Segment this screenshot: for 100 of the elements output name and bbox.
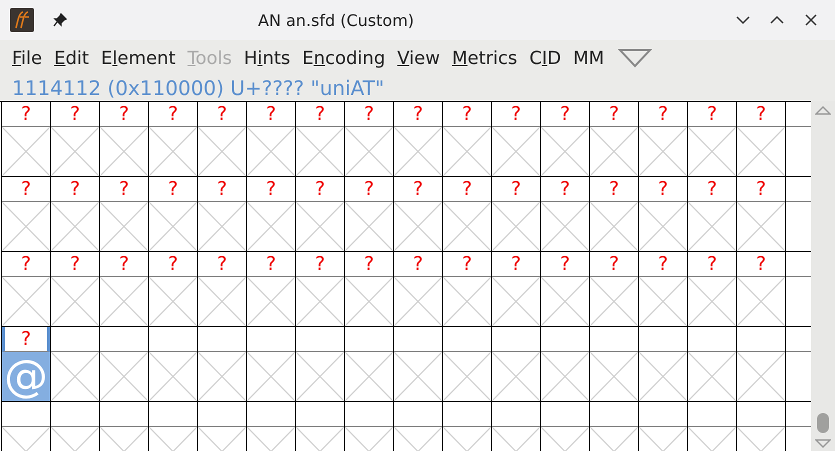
empty-glyph-icon[interactable] <box>541 277 589 326</box>
glyph-label[interactable]: ? <box>639 102 687 127</box>
glyph-label[interactable]: ? <box>296 177 344 202</box>
empty-glyph-icon[interactable] <box>198 277 246 326</box>
empty-glyph-icon[interactable] <box>149 352 197 401</box>
glyph-label[interactable]: ? <box>394 102 442 127</box>
empty-glyph-icon[interactable] <box>590 202 638 251</box>
empty-glyph-icon[interactable] <box>2 277 50 326</box>
menu-item[interactable]: CID <box>523 48 568 68</box>
close-icon[interactable] <box>803 12 819 28</box>
glyph-label[interactable]: ? <box>100 102 148 127</box>
empty-glyph-icon[interactable] <box>443 352 491 401</box>
empty-glyph-icon[interactable] <box>51 352 99 401</box>
empty-glyph-icon[interactable] <box>590 352 638 401</box>
empty-glyph-icon[interactable] <box>2 202 50 251</box>
empty-glyph-icon[interactable] <box>296 352 344 401</box>
empty-glyph-icon[interactable] <box>541 202 589 251</box>
menu-item[interactable]: Element <box>94 48 182 68</box>
empty-glyph-icon[interactable] <box>541 127 589 176</box>
glyph-label[interactable]: ? <box>247 177 295 202</box>
glyph-label[interactable]: ? <box>737 252 785 277</box>
menu-item[interactable]: Metrics <box>446 48 524 68</box>
glyph-label[interactable]: ? <box>492 252 540 277</box>
glyph-label[interactable]: ? <box>149 252 197 277</box>
empty-glyph-icon[interactable] <box>247 127 295 176</box>
menu-item[interactable]: Hints <box>238 48 296 68</box>
menu-item[interactable]: Edit <box>48 48 95 68</box>
menu-item[interactable]: File <box>6 48 48 68</box>
empty-glyph-icon[interactable] <box>737 277 785 326</box>
more-menu-icon[interactable] <box>618 48 652 68</box>
empty-glyph-icon[interactable] <box>149 127 197 176</box>
glyph-label[interactable]: ? <box>198 177 246 202</box>
empty-glyph-icon[interactable] <box>247 202 295 251</box>
glyph-label[interactable]: ? <box>2 102 50 127</box>
glyph-label[interactable]: ? <box>639 177 687 202</box>
glyph-label[interactable]: ? <box>51 252 99 277</box>
glyph-label[interactable]: ? <box>2 252 50 277</box>
glyph-label[interactable]: ? <box>688 177 736 202</box>
empty-glyph-icon[interactable] <box>247 277 295 326</box>
empty-glyph-icon[interactable] <box>345 277 393 326</box>
empty-glyph-icon[interactable] <box>51 277 99 326</box>
glyph-label[interactable]: ? <box>198 102 246 127</box>
glyph-label[interactable]: ? <box>296 102 344 127</box>
empty-glyph-icon[interactable] <box>443 202 491 251</box>
glyph-label[interactable]: ? <box>492 177 540 202</box>
glyph-label[interactable]: ? <box>443 102 491 127</box>
empty-glyph-icon[interactable] <box>541 352 589 401</box>
scroll-down-icon[interactable] <box>815 439 831 449</box>
empty-glyph-icon[interactable] <box>394 277 442 326</box>
glyph-label[interactable]: ? <box>51 177 99 202</box>
empty-glyph-icon[interactable] <box>51 127 99 176</box>
glyph-label[interactable]: ? <box>345 102 393 127</box>
glyph-label[interactable]: ? <box>247 102 295 127</box>
glyph-label[interactable]: ? <box>100 177 148 202</box>
empty-glyph-icon[interactable] <box>688 277 736 326</box>
empty-glyph-icon[interactable] <box>149 202 197 251</box>
glyph-label[interactable]: ? <box>443 177 491 202</box>
glyph-label[interactable]: ? <box>541 252 589 277</box>
empty-glyph-icon[interactable] <box>590 277 638 326</box>
empty-glyph-icon[interactable] <box>100 127 148 176</box>
empty-glyph-icon[interactable] <box>198 127 246 176</box>
empty-glyph-icon[interactable] <box>639 352 687 401</box>
empty-glyph-icon[interactable] <box>394 202 442 251</box>
empty-glyph-icon[interactable] <box>394 127 442 176</box>
empty-glyph-icon[interactable] <box>443 277 491 326</box>
empty-glyph-icon[interactable] <box>394 352 442 401</box>
scroll-up-icon[interactable] <box>815 105 831 115</box>
empty-glyph-icon[interactable] <box>51 202 99 251</box>
glyph-label[interactable]: ? <box>394 177 442 202</box>
empty-glyph-icon[interactable] <box>492 127 540 176</box>
menu-item[interactable]: MM <box>567 48 610 68</box>
empty-glyph-icon[interactable] <box>100 352 148 401</box>
glyph-label[interactable]: ? <box>492 102 540 127</box>
scrollbar[interactable] <box>811 101 835 451</box>
menu-item[interactable]: View <box>391 48 446 68</box>
glyph-cell[interactable]: @ <box>2 352 50 401</box>
glyph-label[interactable]: ? <box>247 252 295 277</box>
glyph-label[interactable]: ? <box>688 252 736 277</box>
glyph-label[interactable]: ? <box>541 177 589 202</box>
empty-glyph-icon[interactable] <box>737 202 785 251</box>
glyph-label[interactable]: ? <box>345 177 393 202</box>
glyph-label[interactable]: ? <box>737 177 785 202</box>
glyph-label[interactable]: ? <box>149 177 197 202</box>
empty-glyph-icon[interactable] <box>639 202 687 251</box>
empty-glyph-icon[interactable] <box>345 127 393 176</box>
empty-glyph-icon[interactable] <box>443 127 491 176</box>
glyph-label[interactable]: ? <box>590 102 638 127</box>
empty-glyph-icon[interactable] <box>345 202 393 251</box>
glyph-label[interactable]: ? <box>443 252 491 277</box>
empty-glyph-icon[interactable] <box>2 127 50 176</box>
empty-glyph-icon[interactable] <box>100 202 148 251</box>
glyph-label[interactable]: ? <box>590 177 638 202</box>
empty-glyph-icon[interactable] <box>296 277 344 326</box>
empty-glyph-icon[interactable] <box>345 352 393 401</box>
glyph-label[interactable]: ? <box>394 252 442 277</box>
glyph-label[interactable]: ? <box>198 252 246 277</box>
empty-glyph-icon[interactable] <box>688 202 736 251</box>
glyph-label[interactable]: ? <box>639 252 687 277</box>
empty-glyph-icon[interactable] <box>492 277 540 326</box>
empty-glyph-icon[interactable] <box>296 127 344 176</box>
